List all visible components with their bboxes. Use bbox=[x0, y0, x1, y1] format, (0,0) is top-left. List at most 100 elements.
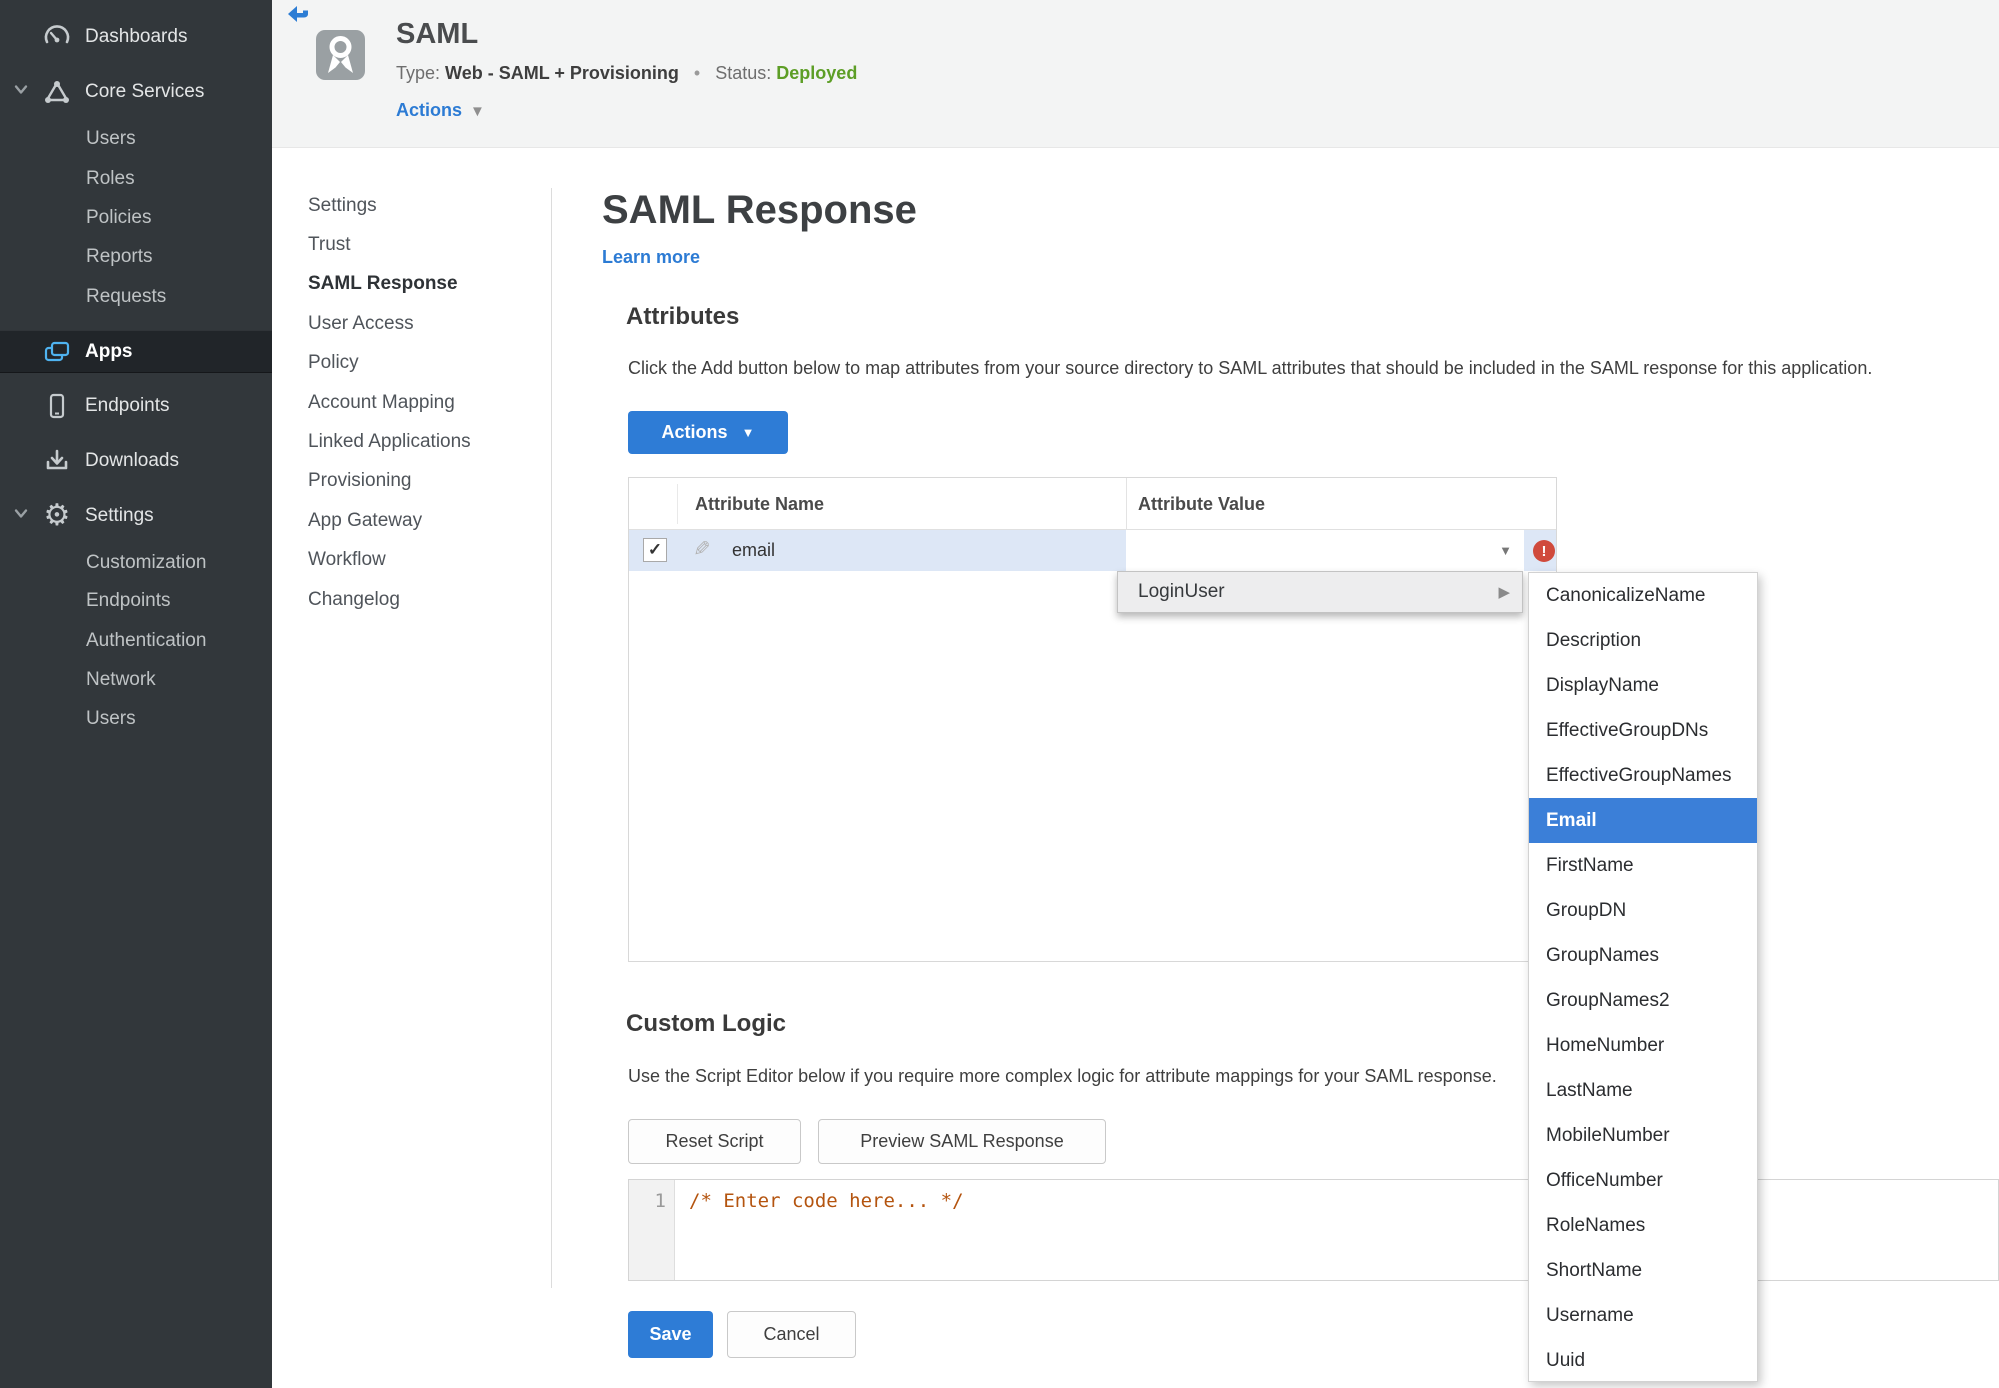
subnav-item-account-mapping[interactable]: Account Mapping bbox=[308, 383, 538, 422]
row-checkbox[interactable]: ✓ bbox=[643, 538, 667, 562]
script-editor[interactable]: 1 /* Enter code here... */ bbox=[628, 1179, 1999, 1281]
status-badge: Deployed bbox=[776, 63, 858, 83]
header-actions-menu[interactable]: Actions ▼ bbox=[396, 100, 485, 121]
sidebar-item-label: Core Services bbox=[85, 81, 205, 102]
sidebar-item-core-services[interactable]: Core Services bbox=[0, 72, 272, 112]
attributes-description: Click the Add button below to map attrib… bbox=[628, 358, 1873, 378]
sidebar-item-label: Apps bbox=[85, 340, 133, 362]
caret-down-icon: ▼ bbox=[741, 425, 755, 440]
back-arrow-icon[interactable] bbox=[286, 4, 312, 28]
subnav-item-settings[interactable]: Settings bbox=[308, 186, 538, 225]
subnav-item-app-gateway[interactable]: App Gateway bbox=[308, 501, 538, 540]
sidebar-item-settings-endpoints[interactable]: Endpoints bbox=[0, 581, 272, 621]
app-subnav: Settings Trust SAML Response User Access… bbox=[308, 186, 538, 619]
table-row[interactable]: ✓ ✎ email ▼ ! bbox=[629, 530, 1556, 571]
sidebar-item-label: Endpoints bbox=[85, 395, 170, 416]
sidebar-item-endpoints[interactable]: Endpoints bbox=[0, 386, 272, 426]
submenu-item-description[interactable]: Description bbox=[1529, 618, 1757, 663]
sidebar-item-requests[interactable]: Requests bbox=[0, 277, 272, 317]
submenu-item-homenumber[interactable]: HomeNumber bbox=[1529, 1023, 1757, 1068]
subnav-item-changelog[interactable]: Changelog bbox=[308, 580, 538, 619]
sidebar-item-policies[interactable]: Policies bbox=[0, 198, 272, 238]
learn-more-link[interactable]: Learn more bbox=[602, 247, 700, 268]
error-icon: ! bbox=[1533, 540, 1555, 562]
sidebar-item-authentication[interactable]: Authentication bbox=[0, 621, 272, 661]
attribute-name-cell: email bbox=[732, 540, 776, 560]
sidebar-item-reports[interactable]: Reports bbox=[0, 237, 272, 277]
attribute-value-dropdown[interactable]: ▼ bbox=[1126, 530, 1524, 571]
sidebar-item-dashboards[interactable]: Dashboards bbox=[0, 17, 272, 57]
sidebar-item-users[interactable]: Users bbox=[0, 119, 272, 159]
submenu-item-lastname[interactable]: LastName bbox=[1529, 1068, 1757, 1113]
saml-app-icon bbox=[316, 30, 365, 80]
app-meta: Type: Web - SAML + Provisioning • Status… bbox=[396, 63, 857, 84]
download-icon bbox=[42, 446, 72, 476]
apps-icon bbox=[42, 337, 72, 367]
cancel-button[interactable]: Cancel bbox=[727, 1311, 856, 1358]
submenu-item-firstname[interactable]: FirstName bbox=[1529, 843, 1757, 888]
subnav-item-saml-response[interactable]: SAML Response bbox=[308, 265, 538, 304]
chevron-down-icon bbox=[12, 81, 30, 104]
subnav-item-linked-applications[interactable]: Linked Applications bbox=[308, 422, 538, 461]
table-header-row: Attribute Name Attribute Value bbox=[629, 478, 1556, 530]
sidebar-item-label: Dashboards bbox=[85, 26, 188, 47]
editor-gutter: 1 bbox=[629, 1180, 675, 1280]
sidebar-item-apps[interactable]: Apps bbox=[0, 330, 272, 373]
column-header-attribute-value: Attribute Value bbox=[1138, 493, 1266, 514]
preview-saml-response-button[interactable]: Preview SAML Response bbox=[818, 1119, 1106, 1164]
sidebar-item-label: Downloads bbox=[85, 450, 179, 471]
caret-down-icon: ▼ bbox=[470, 103, 485, 120]
subnav-item-user-access[interactable]: User Access bbox=[308, 304, 538, 343]
save-button[interactable]: Save bbox=[628, 1311, 713, 1358]
chevron-down-icon bbox=[12, 505, 30, 528]
submenu-item-username[interactable]: Username bbox=[1529, 1293, 1757, 1338]
sidebar: Dashboards Core Services Users Roles Pol… bbox=[0, 0, 272, 1388]
sidebar-item-settings-users[interactable]: Users bbox=[0, 699, 272, 739]
page-title: SAML Response bbox=[602, 188, 917, 232]
gauge-icon bbox=[42, 22, 72, 52]
sidebar-item-network[interactable]: Network bbox=[0, 660, 272, 700]
submenu-item-email[interactable]: Email bbox=[1529, 798, 1757, 843]
sidebar-item-downloads[interactable]: Downloads bbox=[0, 441, 272, 481]
attributes-actions-button[interactable]: Actions ▼ bbox=[628, 411, 788, 454]
submenu-item-shortname[interactable]: ShortName bbox=[1529, 1248, 1757, 1293]
column-header-attribute-name: Attribute Name bbox=[695, 493, 825, 514]
subnav-divider bbox=[551, 188, 552, 1288]
editor-code-line[interactable]: /* Enter code here... */ bbox=[689, 1190, 964, 1212]
meta-separator: • bbox=[693, 63, 701, 83]
caret-down-icon: ▼ bbox=[1499, 543, 1512, 558]
attributes-heading: Attributes bbox=[626, 303, 740, 330]
sidebar-item-settings[interactable]: ⚙ Settings bbox=[0, 496, 272, 536]
subnav-item-workflow[interactable]: Workflow bbox=[308, 541, 538, 580]
submenu-item-rolenames[interactable]: RoleNames bbox=[1529, 1203, 1757, 1248]
type-value: Web - SAML + Provisioning bbox=[445, 63, 679, 83]
subnav-item-provisioning[interactable]: Provisioning bbox=[308, 462, 538, 501]
submenu-item-groupnames[interactable]: GroupNames bbox=[1529, 933, 1757, 978]
subnav-item-trust[interactable]: Trust bbox=[308, 225, 538, 264]
smartphone-icon bbox=[42, 391, 72, 421]
gear-icon: ⚙ bbox=[43, 499, 71, 532]
submenu-item-uuid[interactable]: Uuid bbox=[1529, 1338, 1757, 1383]
submenu-item-effectivegroupdns[interactable]: EffectiveGroupDNs bbox=[1529, 708, 1757, 753]
submenu-item-groupnames2[interactable]: GroupNames2 bbox=[1529, 978, 1757, 1023]
pencil-icon[interactable]: ✎ bbox=[693, 537, 711, 562]
sidebar-item-customization[interactable]: Customization bbox=[0, 543, 272, 583]
submenu-item-groupdn[interactable]: GroupDN bbox=[1529, 888, 1757, 933]
subnav-item-policy[interactable]: Policy bbox=[308, 344, 538, 383]
core-services-icon bbox=[42, 77, 72, 107]
submenu-item-officenumber[interactable]: OfficeNumber bbox=[1529, 1158, 1757, 1203]
app-header: SAML Type: Web - SAML + Provisioning • S… bbox=[272, 0, 1999, 148]
submenu-item-effectivegroupnames[interactable]: EffectiveGroupNames bbox=[1529, 753, 1757, 798]
dropdown-item-loginuser[interactable]: LoginUser ▶ bbox=[1117, 571, 1523, 613]
loginuser-attribute-submenu: CanonicalizeName Description DisplayName… bbox=[1528, 572, 1758, 1382]
app-title: SAML bbox=[396, 18, 479, 50]
custom-logic-description: Use the Script Editor below if you requi… bbox=[628, 1066, 1497, 1086]
reset-script-button[interactable]: Reset Script bbox=[628, 1119, 801, 1164]
sidebar-item-label: Settings bbox=[85, 505, 154, 526]
submenu-item-mobilenumber[interactable]: MobileNumber bbox=[1529, 1113, 1757, 1158]
sidebar-item-roles[interactable]: Roles bbox=[0, 159, 272, 199]
submenu-item-displayname[interactable]: DisplayName bbox=[1529, 663, 1757, 708]
submenu-item-canonicalizename[interactable]: CanonicalizeName bbox=[1529, 573, 1757, 618]
type-label: Type: bbox=[396, 63, 441, 83]
custom-logic-heading: Custom Logic bbox=[626, 1010, 786, 1037]
